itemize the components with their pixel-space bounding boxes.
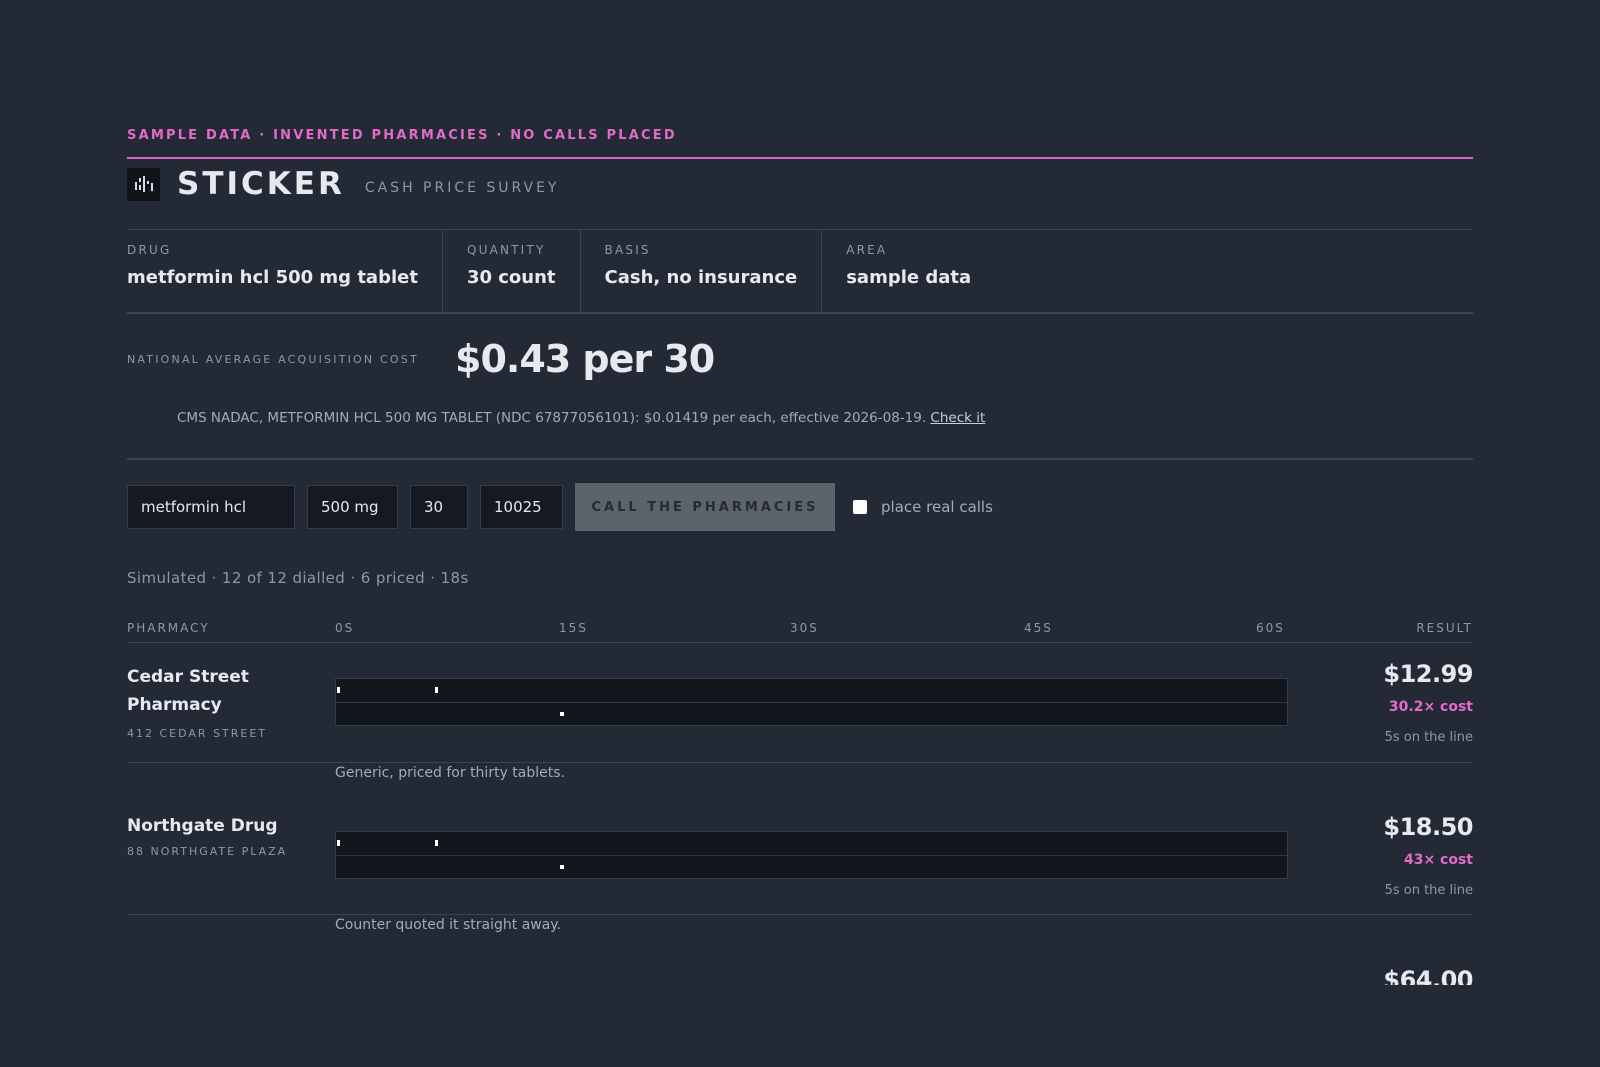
nadac-value: $0.43 per 30 <box>455 337 715 381</box>
fact-value: 30 count <box>466 267 556 288</box>
call-duration: 5s on the line <box>1384 730 1473 745</box>
call-event-marker <box>337 840 340 846</box>
timeline-tick-45s: 45S <box>1024 621 1053 635</box>
pharmacy-address: 412 CEDAR STREET <box>127 727 268 740</box>
bars-logo-icon <box>127 167 160 201</box>
call-pharmacies-button[interactable]: CALL THE PHARMACIES <box>575 483 835 531</box>
fact-value: Cash, no insurance <box>604 267 798 288</box>
banner-rule <box>127 157 1473 159</box>
quantity-input[interactable] <box>410 485 468 529</box>
divider <box>127 458 1473 460</box>
fact-label: QUANTITY <box>466 243 546 257</box>
place-real-calls-checkbox[interactable] <box>853 500 867 514</box>
place-real-calls-label: place real calls <box>881 498 993 516</box>
cost-multiple: 43× cost <box>1403 852 1473 868</box>
fact-quantity: QUANTITY 30 count <box>441 230 580 312</box>
timeline-divider <box>336 855 1287 856</box>
brand-subtitle: CASH PRICE SURVEY <box>364 180 560 196</box>
survey-panel: SAMPLE DATA · INVENTED PHARMACIES · NO C… <box>127 0 1473 985</box>
divider <box>127 642 1473 643</box>
pharmacy-name: Cedar Street Pharmacy <box>127 667 249 715</box>
divider <box>127 312 1473 314</box>
call-duration: 5s on the line <box>1384 883 1473 898</box>
check-it-link[interactable]: Check it <box>930 410 985 426</box>
survey-facts: DRUG metformin hcl 500 mg tablet QUANTIT… <box>127 230 995 312</box>
column-header-pharmacy: PHARMACY <box>127 621 210 635</box>
zip-input[interactable] <box>480 485 563 529</box>
column-header-result: RESULT <box>1416 621 1473 635</box>
fact-drug: DRUG metformin hcl 500 mg tablet <box>127 230 442 312</box>
strength-input[interactable] <box>307 485 398 529</box>
timeline-tick-30s: 30S <box>790 621 819 635</box>
divider <box>127 762 1473 763</box>
call-event-marker <box>435 687 438 693</box>
price-result: $12.99 <box>1383 660 1473 688</box>
nadac-source: CMS NADAC, METFORMIN HCL 500 MG TABLET (… <box>177 410 985 426</box>
survey-status: Simulated · 12 of 12 dialled · 6 priced … <box>127 569 469 587</box>
fact-basis: BASIS Cash, no insurance <box>579 230 822 312</box>
timeline-tick-0s: 0S <box>335 621 355 635</box>
price-result: $18.50 <box>1383 813 1473 841</box>
price-result: $64.00 <box>1383 966 1473 985</box>
nadac-source-text: CMS NADAC, METFORMIN HCL 500 MG TABLET (… <box>177 410 927 426</box>
fact-label: BASIS <box>604 243 651 257</box>
call-event-marker <box>435 840 438 846</box>
call-timeline <box>335 831 1288 879</box>
sample-data-banner: SAMPLE DATA · INVENTED PHARMACIES · NO C… <box>127 128 677 143</box>
price-event-marker <box>560 712 564 716</box>
fact-area: AREA sample data <box>821 230 995 312</box>
brand-name: STICKER <box>177 166 345 202</box>
price-event-marker <box>560 865 564 869</box>
call-event-marker <box>337 687 340 693</box>
timeline-tick-60s: 60S <box>1256 621 1285 635</box>
fact-label: DRUG <box>127 243 172 257</box>
page: SAMPLE DATA · INVENTED PHARMACIES · NO C… <box>0 0 1600 1067</box>
fact-label: AREA <box>846 243 888 257</box>
timeline-tick-15s: 15S <box>559 621 588 635</box>
fact-value: sample data <box>846 267 972 288</box>
call-note: Counter quoted it straight away. <box>335 917 562 933</box>
timeline-divider <box>336 702 1287 703</box>
drug-input[interactable] <box>127 485 295 529</box>
call-note: Generic, priced for thirty tablets. <box>335 765 565 781</box>
divider <box>127 914 1473 915</box>
pharmacy-address: 88 NORTHGATE PLAZA <box>127 845 288 858</box>
pharmacy-name: Northgate Drug <box>127 816 278 836</box>
nadac-label: NATIONAL AVERAGE ACQUISITION COST <box>127 353 419 366</box>
fact-value: metformin hcl 500 mg tablet <box>127 267 418 288</box>
survey-form: CALL THE PHARMACIES place real calls <box>127 483 993 531</box>
cost-multiple: 30.2× cost <box>1388 699 1473 715</box>
brand-header: STICKER CASH PRICE SURVEY <box>127 166 560 202</box>
call-timeline <box>335 678 1288 726</box>
